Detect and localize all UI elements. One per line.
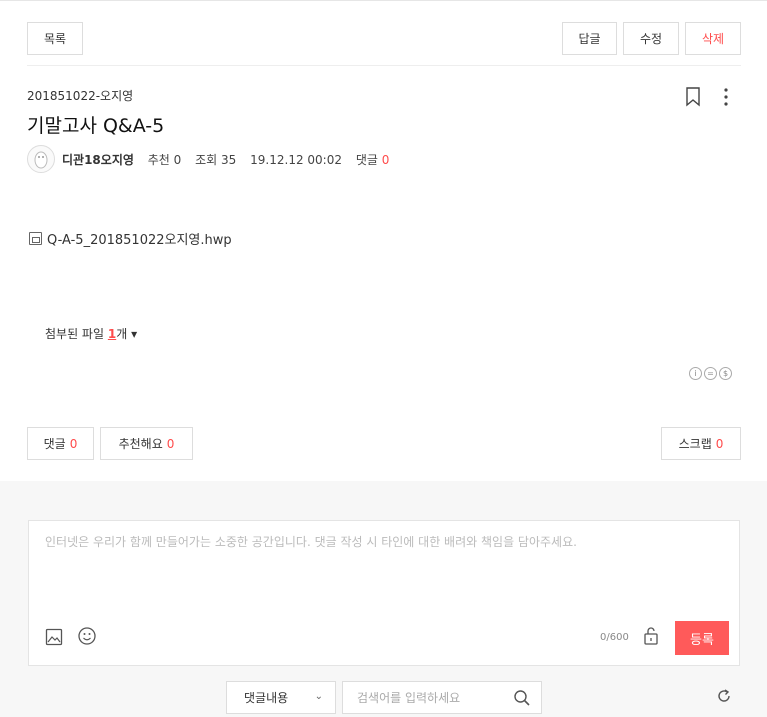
comment-count: 0	[381, 153, 390, 167]
search-icon[interactable]	[513, 689, 531, 711]
emoticon-icon[interactable]	[77, 626, 97, 650]
comment-label: 댓글	[355, 153, 378, 167]
views-label: 조회	[195, 153, 218, 167]
avatar-icon	[34, 151, 48, 169]
file-name[interactable]: Q-A-5_201851022오지영.hwp	[47, 229, 232, 248]
attachment-toggle[interactable]: 첨부된 파일 1개 ▾	[45, 325, 137, 342]
recommend-count: 0	[173, 153, 182, 167]
attachment-count: 1	[107, 327, 117, 341]
attachment-suffix: 개	[116, 327, 128, 341]
file-icon	[29, 232, 42, 245]
attached-file-link[interactable]: Q-A-5_201851022오지영.hwp	[29, 229, 232, 248]
recommend-button-label: 추천해요	[118, 437, 163, 451]
chevron-down-icon: ▾	[131, 327, 138, 341]
cc-license-icon[interactable]: i = $	[689, 367, 732, 380]
attachment-label: 첨부된 파일	[45, 327, 108, 341]
edit-button[interactable]: 수정	[623, 22, 679, 55]
recommend-button[interactable]: 추천해요 0	[100, 427, 193, 460]
comment-search-select[interactable]: 댓글내용 ⌄	[226, 681, 336, 714]
comment-button-label: 댓글	[43, 437, 66, 451]
comment-button[interactable]: 댓글 0	[27, 427, 94, 460]
scrap-button-label: 스크랩	[678, 437, 712, 451]
chevron-down-icon: ⌄	[314, 691, 323, 702]
refresh-icon[interactable]	[716, 688, 732, 708]
scrap-button[interactable]: 스크랩 0	[661, 427, 741, 460]
top-border	[0, 0, 767, 1]
list-button[interactable]: 목록	[27, 22, 83, 55]
lock-icon[interactable]	[643, 626, 659, 650]
comment-input[interactable]	[45, 533, 725, 603]
avatar[interactable]	[27, 145, 55, 173]
submit-comment-button[interactable]: 등록	[675, 621, 729, 655]
post-meta: 디관18오지영 추천 0 조회 35 19.12.12 00:02 댓글 0	[62, 151, 389, 168]
comment-button-count: 0	[69, 436, 78, 451]
select-value: 댓글내용	[244, 691, 289, 705]
comment-editor: 0/600 등록	[28, 520, 740, 666]
views-count: 35	[221, 153, 237, 167]
scrap-button-count: 0	[715, 436, 724, 451]
divider	[27, 65, 741, 66]
delete-button[interactable]: 삭제	[685, 22, 741, 55]
reply-button[interactable]: 답글	[562, 22, 617, 55]
post-date: 19.12.12 00:02	[250, 153, 342, 167]
image-icon[interactable]	[45, 628, 63, 650]
char-counter: 0/600	[600, 632, 629, 643]
author-name[interactable]: 디관18오지영	[62, 153, 134, 167]
recommend-label: 추천	[147, 153, 170, 167]
post-category[interactable]: 201851022-오지영	[27, 87, 133, 104]
comment-search-box	[342, 681, 542, 714]
bookmark-icon[interactable]	[685, 87, 701, 111]
comment-search-input[interactable]	[357, 688, 507, 708]
recommend-button-count: 0	[166, 436, 175, 451]
post-title: 기말고사 Q&A-5	[27, 115, 165, 137]
more-icon[interactable]	[718, 87, 734, 111]
